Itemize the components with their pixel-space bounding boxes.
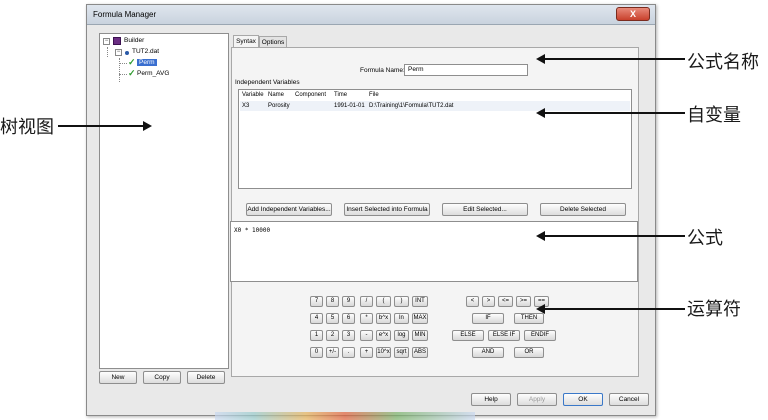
column-header: File xyxy=(369,92,379,98)
keypad-button[interactable]: +/- xyxy=(326,347,339,358)
arrow-line xyxy=(545,58,685,60)
keypad-button[interactable]: 8 xyxy=(326,296,339,307)
annotation-tree-view: 树视图 xyxy=(0,117,54,138)
keypad-button[interactable]: . xyxy=(342,347,355,358)
tree-item-perm[interactable]: Perm xyxy=(137,58,157,68)
delete-selected-button[interactable]: Delete Selected xyxy=(540,203,626,216)
help-button[interactable]: Help xyxy=(471,393,511,406)
delete-button[interactable]: Delete xyxy=(187,371,225,384)
expander-tut2[interactable]: − xyxy=(115,49,122,56)
table-cell: D:\Training\1\Formula\TUT2.dat xyxy=(369,103,454,109)
arrow-head xyxy=(536,231,545,241)
operator-button[interactable]: THEN xyxy=(514,313,544,324)
table-row[interactable]: X3 Porosity 1991-01-01 D:\Training\1\For… xyxy=(240,101,630,111)
operator-button[interactable]: ENDIF xyxy=(524,330,556,341)
keypad-button[interactable]: 6 xyxy=(342,313,355,324)
keypad-button[interactable]: MAX xyxy=(412,313,428,324)
keypad-button[interactable]: ( xyxy=(376,296,391,307)
arrow-head xyxy=(536,54,545,64)
annotation-variables: 自变量 xyxy=(687,105,741,126)
annotation-operators: 运算符 xyxy=(687,299,741,320)
add-variables-button[interactable]: Add Independent Variables... xyxy=(246,203,332,216)
cancel-button[interactable]: Cancel xyxy=(609,393,649,406)
operator-button[interactable]: IF xyxy=(472,313,504,324)
check-icon: ✓ xyxy=(128,68,136,78)
table-cell: X3 xyxy=(242,103,250,109)
operator-button[interactable]: ELSE xyxy=(452,330,484,341)
keypad-button[interactable]: 4 xyxy=(310,313,323,324)
file-icon xyxy=(125,51,129,55)
tree-view[interactable]: − Builder − TUT2.dat ✓ Perm ✓ Perm_AVG xyxy=(99,33,229,369)
keypad-button[interactable]: 10^x xyxy=(376,347,391,358)
independent-variables-label: Independent Variables xyxy=(235,79,300,86)
check-icon: ✓ xyxy=(128,57,136,67)
keypad-button[interactable]: 3 xyxy=(342,330,355,341)
column-header: Time xyxy=(334,92,348,98)
arrow-line xyxy=(58,125,143,127)
formula-name-label: Formula Name: xyxy=(360,67,405,74)
title-bar: Formula Manager X xyxy=(87,5,655,25)
column-header: Name xyxy=(268,92,285,98)
keypad-button[interactable]: 5 xyxy=(326,313,339,324)
new-button[interactable]: New xyxy=(99,371,137,384)
tree-item-builder[interactable]: Builder xyxy=(124,36,144,46)
tree-item-tut2[interactable]: TUT2.dat xyxy=(132,47,159,57)
window-title: Formula Manager xyxy=(93,10,157,19)
keypad-button[interactable]: e^x xyxy=(376,330,391,341)
keypad-button[interactable]: 7 xyxy=(310,296,323,307)
tree-item-perm-avg[interactable]: Perm_AVG xyxy=(137,69,169,79)
keypad-button[interactable]: - xyxy=(360,330,373,341)
arrow-head xyxy=(536,108,545,118)
arrow-head xyxy=(536,304,545,314)
arrow-line xyxy=(545,235,685,237)
keypad-button[interactable]: INT xyxy=(412,296,428,307)
annotation-formula-name: 公式名称 xyxy=(687,52,759,73)
keypad-button[interactable]: MIN xyxy=(412,330,428,341)
keypad-button[interactable]: ) xyxy=(394,296,409,307)
operator-button[interactable]: AND xyxy=(472,347,504,358)
operator-button[interactable]: >= xyxy=(516,296,531,307)
ok-button[interactable]: OK xyxy=(563,393,603,406)
apply-button[interactable]: Apply xyxy=(517,393,557,406)
arrow-line xyxy=(545,308,685,310)
operator-button[interactable]: < xyxy=(466,296,479,307)
keypad-button[interactable]: ABS xyxy=(412,347,428,358)
keypad-button[interactable]: / xyxy=(360,296,373,307)
keypad-button[interactable]: sqrt xyxy=(394,347,409,358)
formula-manager-window: Formula Manager X − Builder − TUT2.dat ✓… xyxy=(86,4,656,416)
formula-name-field[interactable]: Perm xyxy=(404,64,528,76)
keypad-button[interactable]: log xyxy=(394,330,409,341)
operator-button[interactable]: > xyxy=(482,296,495,307)
column-header: Component xyxy=(295,92,327,98)
keypad-button[interactable]: 9 xyxy=(342,296,355,307)
close-button[interactable]: X xyxy=(616,7,650,21)
arrow-line xyxy=(545,112,685,114)
keypad-button[interactable]: 2 xyxy=(326,330,339,341)
builder-icon xyxy=(113,37,121,45)
operator-button[interactable]: ELSE IF xyxy=(488,330,520,341)
formula-editor[interactable]: X0 * 10000 xyxy=(230,221,638,282)
close-icon: X xyxy=(629,9,636,19)
keypad-button[interactable]: ln xyxy=(394,313,409,324)
variables-table[interactable]: Variable Name Component Time File X3 Por… xyxy=(238,89,632,189)
keypad-button[interactable]: * xyxy=(360,313,373,324)
background-strip xyxy=(215,412,475,420)
arrow-head xyxy=(143,121,152,131)
annotation-formula: 公式 xyxy=(687,228,723,249)
keypad-button[interactable]: + xyxy=(360,347,373,358)
insert-selected-button[interactable]: Insert Selected into Formula xyxy=(344,203,430,216)
keypad-button[interactable]: b^x xyxy=(376,313,391,324)
expander-builder[interactable]: − xyxy=(103,38,110,45)
syntax-panel: Formula Name: Perm Independent Variables… xyxy=(230,47,639,377)
operator-button[interactable]: <= xyxy=(498,296,513,307)
table-cell: Porosity xyxy=(268,103,290,109)
keypad-button[interactable]: 0 xyxy=(310,347,323,358)
tree-item-perm-label: Perm xyxy=(137,59,157,66)
column-header: Variable xyxy=(242,92,264,98)
copy-button[interactable]: Copy xyxy=(143,371,181,384)
keypad-button[interactable]: 1 xyxy=(310,330,323,341)
table-cell: 1991-01-01 xyxy=(334,103,365,109)
edit-selected-button[interactable]: Edit Selected... xyxy=(442,203,528,216)
operator-button[interactable]: OR xyxy=(514,347,544,358)
